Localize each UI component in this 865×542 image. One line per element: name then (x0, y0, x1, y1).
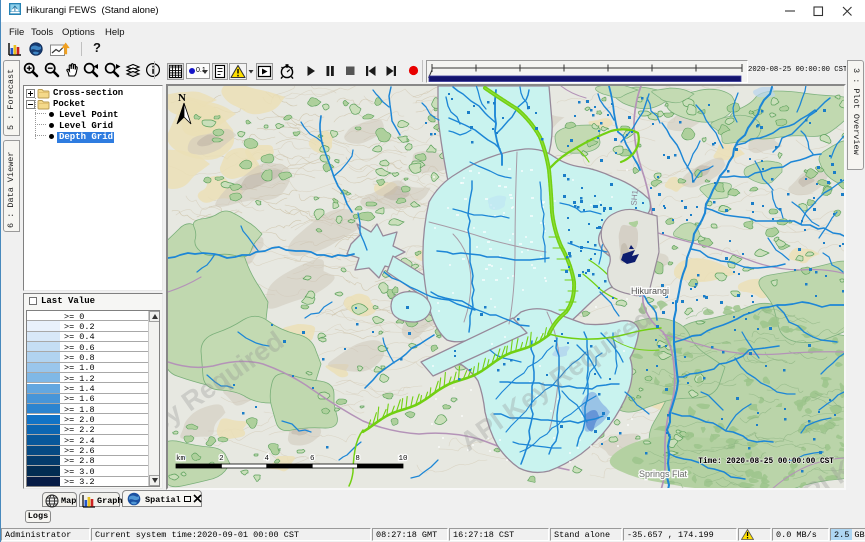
svg-text:4: 4 (265, 455, 270, 463)
svg-text:10: 10 (398, 455, 408, 463)
svg-text:8: 8 (355, 455, 360, 463)
svg-text:2: 2 (219, 455, 224, 463)
svg-text:N: N (178, 92, 186, 104)
svg-text:6: 6 (310, 455, 315, 463)
svg-text:km: km (176, 455, 186, 463)
svg-text:Hikurangi: Hikurangi (631, 286, 669, 296)
svg-text:SH1: SH1 (629, 189, 639, 206)
svg-text:Time: 2020-08-25 00:00:00 CST: Time: 2020-08-25 00:00:00 CST (698, 458, 834, 466)
svg-text:Springs Flat: Springs Flat (639, 469, 688, 479)
